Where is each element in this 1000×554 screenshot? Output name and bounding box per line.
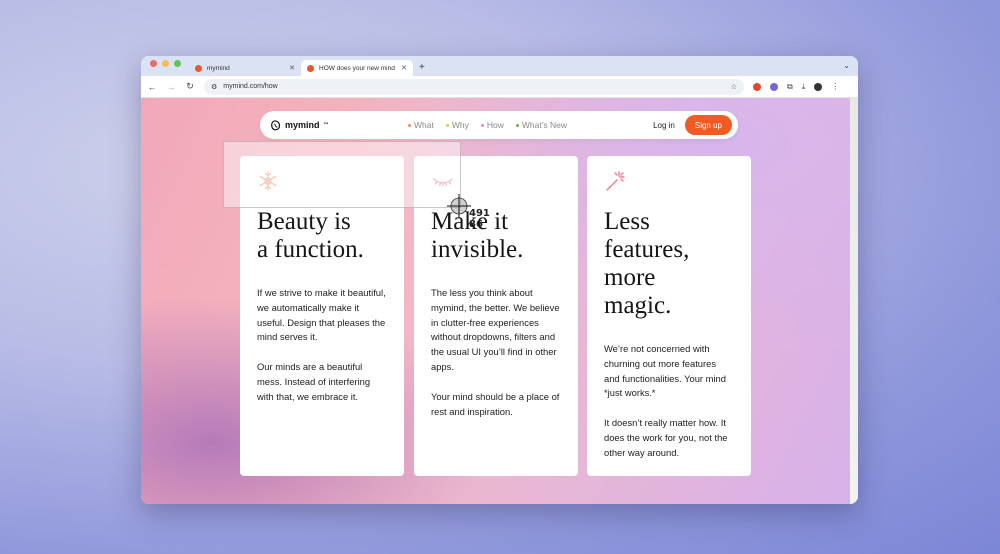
nav-item-why[interactable]: Why [445,120,469,130]
profile-avatar[interactable] [814,82,823,91]
tab-title: mymind [207,64,230,72]
back-arrow-icon[interactable]: ← [147,82,157,92]
card-paragraph: The less you think about mymind, the bet… [431,287,560,372]
card-paragraph: Our minds are a beautiful mess. Instead … [257,361,371,402]
tab-search-chevron-icon[interactable]: ⌄ [843,61,850,70]
cursor-y-readout: 86 [469,219,483,230]
url-text: mymind.com/how [223,83,278,90]
card-heading: Less features, more magic. [604,208,690,319]
browser-menu-icon[interactable]: ⋮ [831,82,839,91]
nav-item-what[interactable]: What [408,120,434,130]
tab-mymind[interactable]: mymind ✕ [189,60,301,76]
window-controls [141,56,189,76]
nav-dot-icon [408,123,411,127]
close-window-button[interactable] [150,59,157,67]
address-bar[interactable]: ⚙ mymind.com/how ☆ [204,78,744,95]
card-paragraph: If we strive to make it beautiful, we au… [257,287,386,343]
nav-item-how[interactable]: How [480,120,504,130]
extension-red-icon[interactable] [753,82,761,91]
card-paragraph: Your mind should be a place of rest and … [431,390,560,417]
nav-dot-icon [480,123,484,127]
maximize-window-button[interactable] [174,59,181,67]
nav-dot-icon [515,123,519,127]
tab-title: HOW does your new mind work? [319,64,396,72]
nav-item-whats-new[interactable]: What’s New [515,120,567,130]
card-paragraph: We’re not concerned with churning out mo… [604,343,726,399]
download-icon[interactable]: ⤓ [802,82,806,92]
tab-close-icon[interactable]: ✕ [289,64,295,72]
cursor-x-readout: 491 [469,208,490,219]
site-nav: What Why How What’s New [408,120,653,130]
reload-icon[interactable]: ↻ [185,81,195,92]
bookmark-star-icon[interactable]: ☆ [731,83,737,91]
tab-close-icon[interactable]: ✕ [401,64,407,72]
nav-dot-icon [445,123,449,127]
brand-logo[interactable]: mymind ™ [270,119,408,131]
tab-how[interactable]: HOW does your new mind work? ✕ [301,60,413,76]
browser-window: mymind ✕ HOW does your new mind work? ✕ … [141,56,858,504]
mymind-favicon-icon [307,64,314,72]
brand-name: mymind [285,120,320,130]
mymind-logo-icon [271,119,281,130]
signup-button[interactable]: Sign up [684,115,732,135]
screenshot-selection-rect[interactable] [223,141,461,208]
trademark: ™ [323,122,329,128]
login-link[interactable]: Log in [653,121,675,130]
browser-toolbar: ← → ↻ ⚙ mymind.com/how ☆ ⧉ ⤓ ⋮ [141,76,858,98]
card-magic: Less features, more magic. We’re not concer… [587,156,751,476]
site-header: mymind ™ What Why How What’s New Log in S… [260,111,738,139]
tab-bar: mymind ✕ HOW does your new mind work? ✕ … [141,56,858,76]
card-heading: Beauty is a function. [257,208,364,263]
extensions-area: ⧉ ⤓ ⋮ [753,82,839,92]
new-tab-button[interactable]: + [413,62,431,76]
forward-arrow-icon[interactable]: → [166,82,176,92]
mymind-favicon-icon [195,64,202,72]
crosshair-cursor-icon [447,194,471,218]
extensions-puzzle-icon[interactable]: ⧉ [787,82,793,92]
minimize-window-button[interactable] [162,59,169,67]
site-settings-icon[interactable]: ⚙ [211,83,217,91]
page-viewport: mymind ™ What Why How What’s New Log in S… [141,98,858,504]
extension-purple-icon[interactable] [770,82,778,91]
magic-wand-icon [606,171,625,191]
card-paragraph: It doesn’t really matter how. It does th… [604,417,728,458]
cursor-coordinates: 491 86 [469,208,490,230]
